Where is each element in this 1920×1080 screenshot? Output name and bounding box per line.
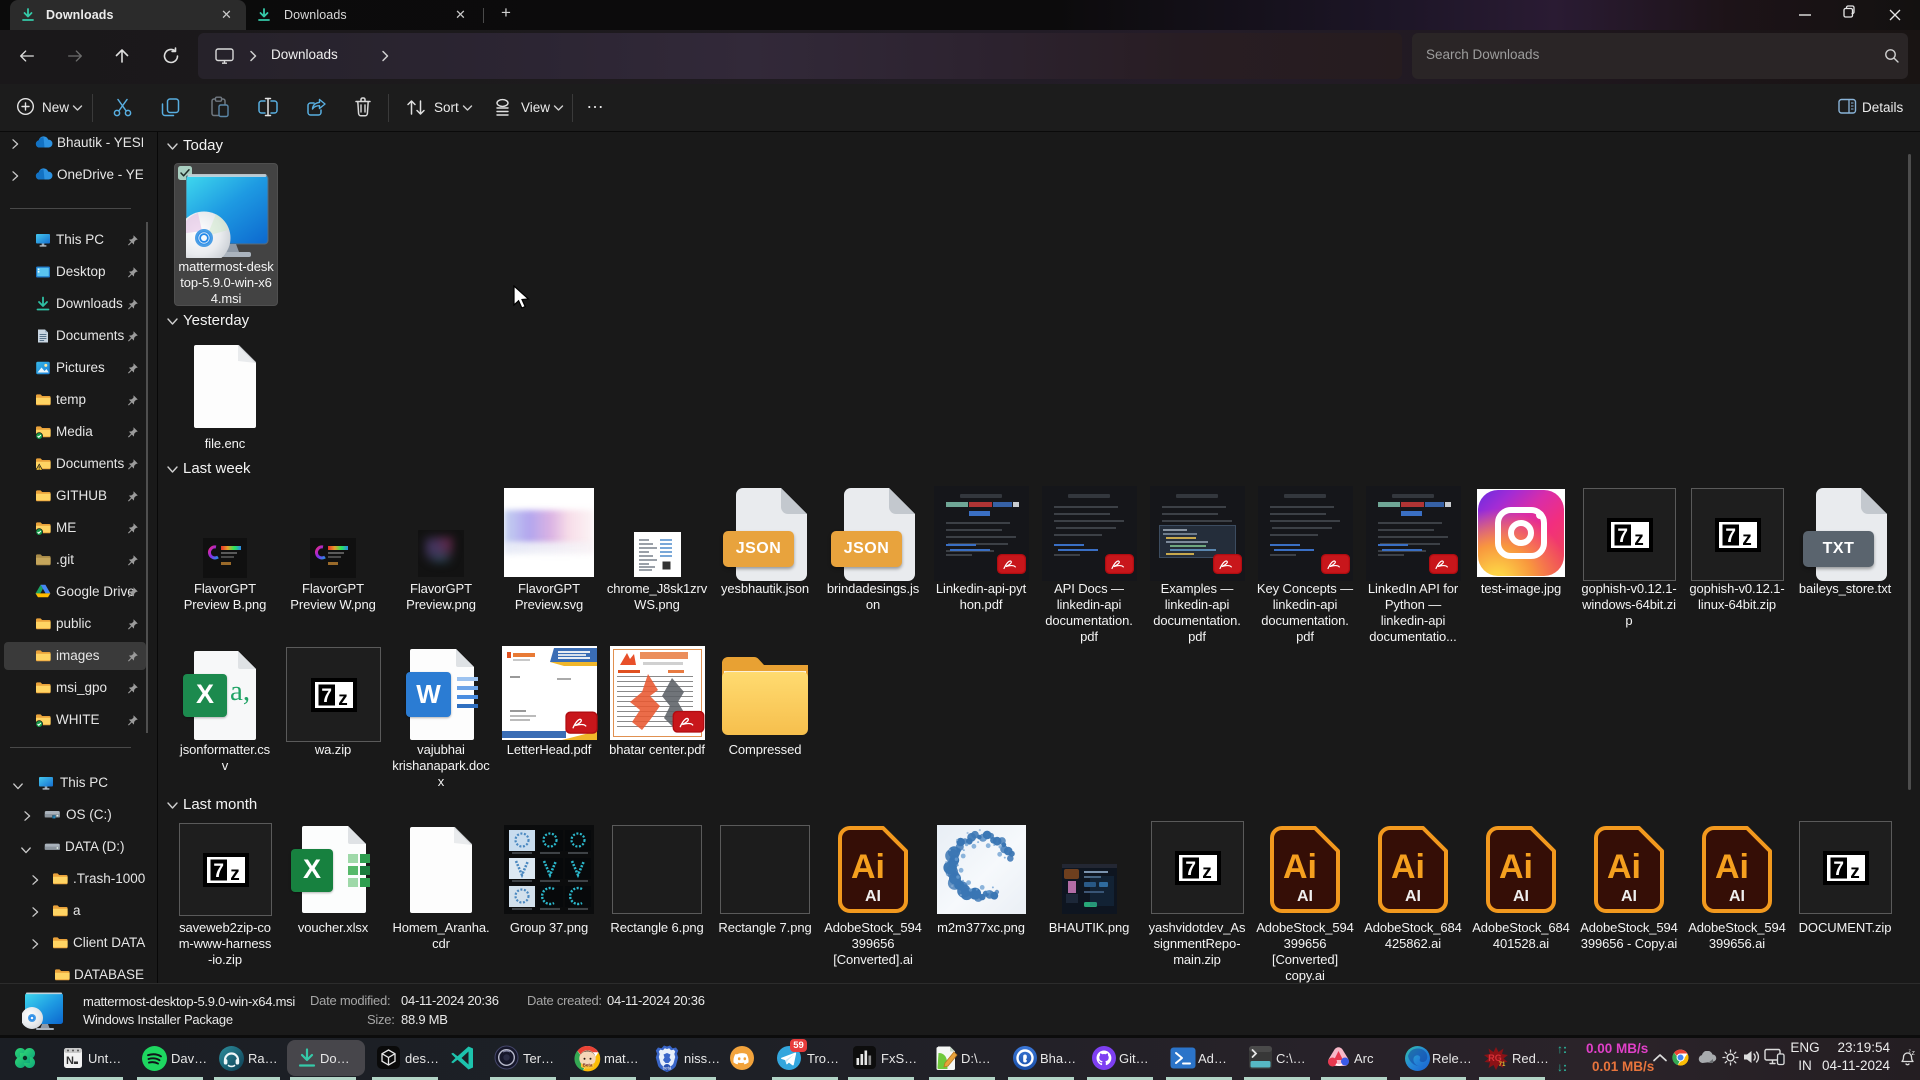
svg-text:7: 7 [321, 686, 332, 707]
svg-text:Beta: Beta [583, 1063, 593, 1068]
svg-text:beta: beta [663, 1066, 672, 1071]
svg-text:z: z [1634, 529, 1644, 550]
svg-text:AI: AI [1405, 888, 1421, 905]
svg-text:Ai: Ai [1391, 848, 1425, 886]
svg-text:z: z [338, 689, 348, 710]
svg-text:7: 7 [1617, 526, 1628, 547]
svg-text:Ai: Ai [1283, 848, 1317, 886]
svg-text:7: 7 [1185, 859, 1196, 880]
svg-text:AI: AI [1729, 888, 1745, 905]
svg-text:z: z [1850, 862, 1860, 883]
svg-text:Ai: Ai [1607, 848, 1641, 886]
svg-text:z: z [1912, 1050, 1916, 1057]
svg-text:7: 7 [1725, 526, 1736, 547]
svg-text:N: N [66, 1055, 74, 1067]
svg-text:7: 7 [1833, 859, 1844, 880]
svg-text:Ai: Ai [1715, 848, 1749, 886]
svg-text:7: 7 [213, 861, 224, 882]
svg-text:AI: AI [1621, 888, 1637, 905]
svg-text:Ai: Ai [851, 848, 885, 886]
svg-text:z: z [1202, 862, 1212, 883]
svg-text:AI: AI [1513, 888, 1529, 905]
svg-text:AI: AI [1297, 888, 1313, 905]
svg-text:z: z [230, 864, 240, 885]
svg-text:z: z [1742, 529, 1752, 550]
svg-text:71: 71 [1499, 1062, 1506, 1068]
svg-text:AI: AI [865, 888, 881, 905]
svg-text:Ai: Ai [1499, 848, 1533, 886]
